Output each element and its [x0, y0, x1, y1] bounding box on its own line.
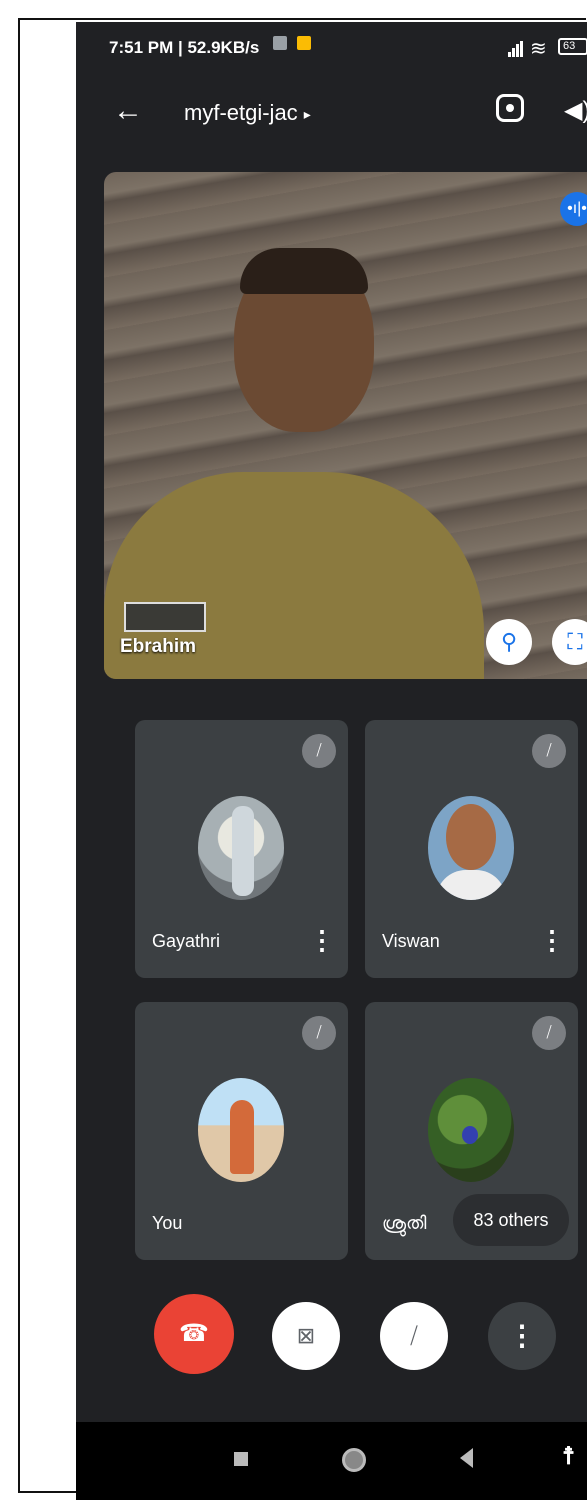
- main-participant-name: Ebrahim: [120, 636, 197, 657]
- top-bar: ← myf-etgi-jac ▸ ◀): [76, 72, 587, 162]
- mic-off-icon: ⧸: [302, 734, 336, 768]
- participant-name: Gayathri: [152, 931, 221, 951]
- camera-toggle-button[interactable]: ⊠: [272, 1302, 340, 1370]
- more-vert-icon[interactable]: ⋮: [539, 920, 565, 960]
- more-vert-icon: ⋮: [508, 1320, 536, 1351]
- chevron-right-icon: ▸: [303, 105, 311, 122]
- fullscreen-button[interactable]: ⛶: [552, 619, 587, 665]
- app-notification-icon: [297, 36, 311, 50]
- participant-tile-you[interactable]: ⧸ You: [135, 1002, 348, 1260]
- meeting-code-text: myf-etgi-jac: [184, 100, 298, 125]
- avatar: [198, 1078, 284, 1182]
- participant-name: You: [152, 1213, 183, 1233]
- avatar: [428, 796, 514, 900]
- accessibility-icon[interactable]: ☨: [562, 1442, 575, 1471]
- notification-icon: [273, 36, 287, 50]
- end-call-icon: ☎: [179, 1320, 209, 1347]
- status-bar: 7:51 PM | 52.9KB/s ≋ 63: [76, 22, 587, 72]
- speaking-indicator-icon: •ı|•: [560, 192, 587, 226]
- avatar: [428, 1078, 514, 1182]
- participant-name: Viswan: [382, 931, 440, 951]
- signal-icon: [508, 39, 524, 57]
- mic-off-icon: ⧸: [410, 1323, 418, 1348]
- recents-icon[interactable]: [234, 1452, 248, 1466]
- pin-icon: ⚲: [500, 629, 518, 654]
- nav-back-icon[interactable]: [460, 1448, 473, 1468]
- system-nav-bar: ☨: [76, 1422, 587, 1500]
- participant-tile-sruthi[interactable]: ⧸ ശ്രുതി 83 others: [365, 1002, 578, 1260]
- mic-toggle-button[interactable]: ⧸: [380, 1302, 448, 1370]
- others-count-button[interactable]: 83 others: [453, 1194, 569, 1246]
- fullscreen-icon: ⛶: [567, 629, 583, 654]
- participant-tile-viswan[interactable]: ⧸ Viswan ⋮: [365, 720, 578, 978]
- more-options-button[interactable]: ⋮: [488, 1302, 556, 1370]
- speaker-icon[interactable]: ◀): [564, 96, 587, 125]
- end-call-button[interactable]: ☎: [154, 1294, 234, 1374]
- main-video[interactable]: •ı|• Ebrahim ⚲ ⛶: [104, 172, 587, 679]
- wifi-icon: ≋: [530, 38, 547, 60]
- more-vert-icon[interactable]: ⋮: [309, 920, 335, 960]
- mic-off-icon: ⧸: [302, 1016, 336, 1050]
- status-time-speed: 7:51 PM | 52.9KB/s: [109, 38, 260, 57]
- mic-off-icon: ⧸: [532, 1016, 566, 1050]
- meeting-code[interactable]: myf-etgi-jac ▸: [184, 100, 311, 126]
- uniform-name-tag: [124, 602, 206, 632]
- switch-camera-icon[interactable]: [496, 94, 524, 122]
- avatar: [198, 796, 284, 900]
- back-arrow-icon[interactable]: ←: [113, 96, 143, 126]
- home-icon[interactable]: [342, 1448, 366, 1472]
- participant-tile-gayathri[interactable]: ⧸ Gayathri ⋮: [135, 720, 348, 978]
- participant-name: ശ്രുതി: [382, 1213, 427, 1233]
- battery-icon: 63: [558, 38, 587, 55]
- pin-button[interactable]: ⚲: [486, 619, 532, 665]
- camera-off-icon: ⊠: [296, 1323, 316, 1348]
- mic-off-icon: ⧸: [532, 734, 566, 768]
- video-person-hair: [240, 248, 368, 294]
- phone-screen: 7:51 PM | 52.9KB/s ≋ 63 ← myf-etgi-jac ▸ …: [76, 22, 587, 1500]
